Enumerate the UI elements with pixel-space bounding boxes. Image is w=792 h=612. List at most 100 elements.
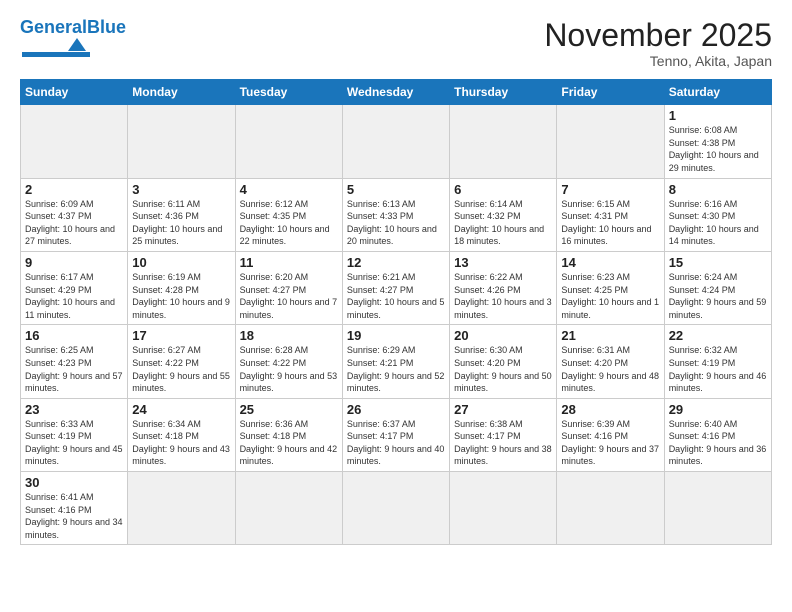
day-info: Sunrise: 6:23 AM Sunset: 4:25 PM Dayligh… xyxy=(561,271,659,321)
day-number: 5 xyxy=(347,182,445,197)
day-info: Sunrise: 6:37 AM Sunset: 4:17 PM Dayligh… xyxy=(347,418,445,468)
calendar-cell: 27Sunrise: 6:38 AM Sunset: 4:17 PM Dayli… xyxy=(450,398,557,471)
calendar-cell: 6Sunrise: 6:14 AM Sunset: 4:32 PM Daylig… xyxy=(450,178,557,251)
calendar-cell: 23Sunrise: 6:33 AM Sunset: 4:19 PM Dayli… xyxy=(21,398,128,471)
calendar-cell: 25Sunrise: 6:36 AM Sunset: 4:18 PM Dayli… xyxy=(235,398,342,471)
calendar-body: 1Sunrise: 6:08 AM Sunset: 4:38 PM Daylig… xyxy=(21,105,772,545)
day-number: 15 xyxy=(669,255,767,270)
calendar-cell xyxy=(128,105,235,178)
calendar-cell: 21Sunrise: 6:31 AM Sunset: 4:20 PM Dayli… xyxy=(557,325,664,398)
day-number: 6 xyxy=(454,182,552,197)
logo-blue: Blue xyxy=(87,17,126,37)
day-number: 24 xyxy=(132,402,230,417)
calendar-cell xyxy=(342,472,449,545)
day-info: Sunrise: 6:36 AM Sunset: 4:18 PM Dayligh… xyxy=(240,418,338,468)
day-info: Sunrise: 6:20 AM Sunset: 4:27 PM Dayligh… xyxy=(240,271,338,321)
calendar-header: SundayMondayTuesdayWednesdayThursdayFrid… xyxy=(21,80,772,105)
title-block: November 2025 Tenno, Akita, Japan xyxy=(544,18,772,69)
day-number: 12 xyxy=(347,255,445,270)
calendar-page: GeneralBlue November 2025 Tenno, Akita, … xyxy=(0,0,792,612)
day-number: 18 xyxy=(240,328,338,343)
day-of-week-friday: Friday xyxy=(557,80,664,105)
day-number: 3 xyxy=(132,182,230,197)
day-info: Sunrise: 6:21 AM Sunset: 4:27 PM Dayligh… xyxy=(347,271,445,321)
day-of-week-tuesday: Tuesday xyxy=(235,80,342,105)
calendar-cell: 12Sunrise: 6:21 AM Sunset: 4:27 PM Dayli… xyxy=(342,251,449,324)
day-info: Sunrise: 6:19 AM Sunset: 4:28 PM Dayligh… xyxy=(132,271,230,321)
day-of-week-monday: Monday xyxy=(128,80,235,105)
calendar-cell: 17Sunrise: 6:27 AM Sunset: 4:22 PM Dayli… xyxy=(128,325,235,398)
calendar-cell xyxy=(450,105,557,178)
day-of-week-saturday: Saturday xyxy=(664,80,771,105)
day-number: 13 xyxy=(454,255,552,270)
logo-text: GeneralBlue xyxy=(20,18,126,36)
day-info: Sunrise: 6:15 AM Sunset: 4:31 PM Dayligh… xyxy=(561,198,659,248)
calendar-week-5: 23Sunrise: 6:33 AM Sunset: 4:19 PM Dayli… xyxy=(21,398,772,471)
day-number: 22 xyxy=(669,328,767,343)
day-number: 29 xyxy=(669,402,767,417)
calendar-week-2: 2Sunrise: 6:09 AM Sunset: 4:37 PM Daylig… xyxy=(21,178,772,251)
day-info: Sunrise: 6:38 AM Sunset: 4:17 PM Dayligh… xyxy=(454,418,552,468)
logo: GeneralBlue xyxy=(20,18,126,57)
day-number: 26 xyxy=(347,402,445,417)
calendar-cell: 4Sunrise: 6:12 AM Sunset: 4:35 PM Daylig… xyxy=(235,178,342,251)
calendar-week-1: 1Sunrise: 6:08 AM Sunset: 4:38 PM Daylig… xyxy=(21,105,772,178)
logo-general: General xyxy=(20,17,87,37)
day-info: Sunrise: 6:34 AM Sunset: 4:18 PM Dayligh… xyxy=(132,418,230,468)
day-info: Sunrise: 6:32 AM Sunset: 4:19 PM Dayligh… xyxy=(669,344,767,394)
day-info: Sunrise: 6:40 AM Sunset: 4:16 PM Dayligh… xyxy=(669,418,767,468)
calendar-week-3: 9Sunrise: 6:17 AM Sunset: 4:29 PM Daylig… xyxy=(21,251,772,324)
day-number: 16 xyxy=(25,328,123,343)
calendar-cell xyxy=(342,105,449,178)
day-info: Sunrise: 6:30 AM Sunset: 4:20 PM Dayligh… xyxy=(454,344,552,394)
day-number: 17 xyxy=(132,328,230,343)
calendar-cell: 9Sunrise: 6:17 AM Sunset: 4:29 PM Daylig… xyxy=(21,251,128,324)
calendar-cell: 15Sunrise: 6:24 AM Sunset: 4:24 PM Dayli… xyxy=(664,251,771,324)
day-info: Sunrise: 6:22 AM Sunset: 4:26 PM Dayligh… xyxy=(454,271,552,321)
calendar-location: Tenno, Akita, Japan xyxy=(544,53,772,69)
calendar-cell: 2Sunrise: 6:09 AM Sunset: 4:37 PM Daylig… xyxy=(21,178,128,251)
day-number: 25 xyxy=(240,402,338,417)
day-number: 10 xyxy=(132,255,230,270)
day-info: Sunrise: 6:11 AM Sunset: 4:36 PM Dayligh… xyxy=(132,198,230,248)
logo-triangle xyxy=(68,38,86,51)
calendar-cell xyxy=(235,105,342,178)
calendar-cell: 20Sunrise: 6:30 AM Sunset: 4:20 PM Dayli… xyxy=(450,325,557,398)
day-info: Sunrise: 6:09 AM Sunset: 4:37 PM Dayligh… xyxy=(25,198,123,248)
day-number: 23 xyxy=(25,402,123,417)
day-info: Sunrise: 6:33 AM Sunset: 4:19 PM Dayligh… xyxy=(25,418,123,468)
day-info: Sunrise: 6:17 AM Sunset: 4:29 PM Dayligh… xyxy=(25,271,123,321)
calendar-cell xyxy=(235,472,342,545)
day-number: 27 xyxy=(454,402,552,417)
calendar-cell: 28Sunrise: 6:39 AM Sunset: 4:16 PM Dayli… xyxy=(557,398,664,471)
day-info: Sunrise: 6:24 AM Sunset: 4:24 PM Dayligh… xyxy=(669,271,767,321)
calendar-cell: 10Sunrise: 6:19 AM Sunset: 4:28 PM Dayli… xyxy=(128,251,235,324)
day-number: 19 xyxy=(347,328,445,343)
day-number: 1 xyxy=(669,108,767,123)
calendar-title: November 2025 xyxy=(544,18,772,53)
calendar-cell xyxy=(450,472,557,545)
calendar-cell: 14Sunrise: 6:23 AM Sunset: 4:25 PM Dayli… xyxy=(557,251,664,324)
day-number: 4 xyxy=(240,182,338,197)
calendar-cell xyxy=(557,105,664,178)
day-number: 28 xyxy=(561,402,659,417)
calendar-cell xyxy=(664,472,771,545)
day-number: 7 xyxy=(561,182,659,197)
day-of-week-wednesday: Wednesday xyxy=(342,80,449,105)
day-number: 11 xyxy=(240,255,338,270)
day-number: 30 xyxy=(25,475,123,490)
calendar-cell: 11Sunrise: 6:20 AM Sunset: 4:27 PM Dayli… xyxy=(235,251,342,324)
calendar-week-6: 30Sunrise: 6:41 AM Sunset: 4:16 PM Dayli… xyxy=(21,472,772,545)
day-info: Sunrise: 6:39 AM Sunset: 4:16 PM Dayligh… xyxy=(561,418,659,468)
day-info: Sunrise: 6:27 AM Sunset: 4:22 PM Dayligh… xyxy=(132,344,230,394)
day-number: 9 xyxy=(25,255,123,270)
day-header-row: SundayMondayTuesdayWednesdayThursdayFrid… xyxy=(21,80,772,105)
day-number: 2 xyxy=(25,182,123,197)
day-info: Sunrise: 6:28 AM Sunset: 4:22 PM Dayligh… xyxy=(240,344,338,394)
day-info: Sunrise: 6:41 AM Sunset: 4:16 PM Dayligh… xyxy=(25,491,123,541)
calendar-cell: 29Sunrise: 6:40 AM Sunset: 4:16 PM Dayli… xyxy=(664,398,771,471)
calendar-cell: 3Sunrise: 6:11 AM Sunset: 4:36 PM Daylig… xyxy=(128,178,235,251)
calendar-cell: 13Sunrise: 6:22 AM Sunset: 4:26 PM Dayli… xyxy=(450,251,557,324)
calendar-cell xyxy=(128,472,235,545)
day-number: 21 xyxy=(561,328,659,343)
